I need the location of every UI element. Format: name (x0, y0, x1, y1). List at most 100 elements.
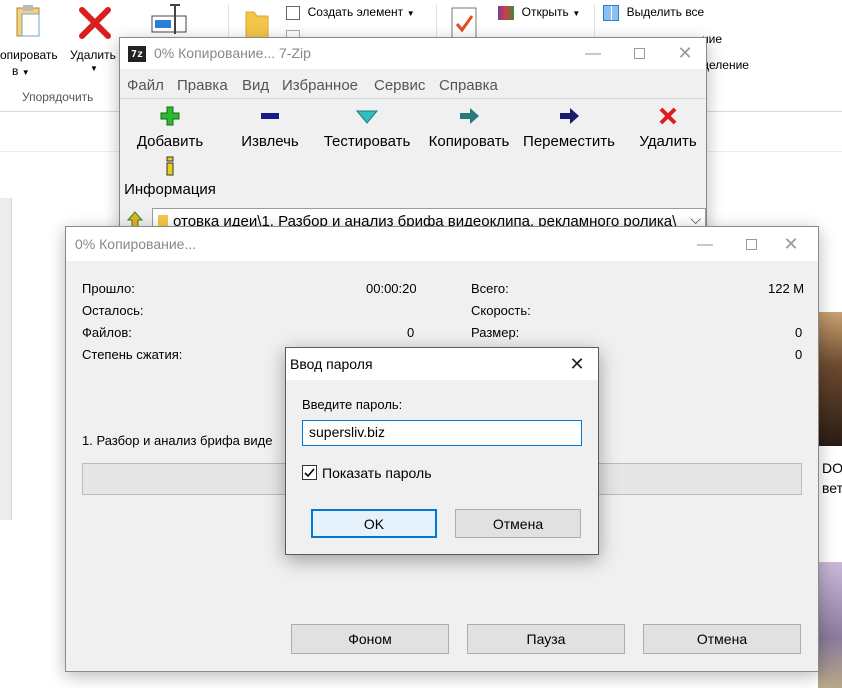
progress-title: 0% Копирование... (75, 236, 197, 252)
move-arrow-icon (560, 108, 579, 124)
current-file: 1. Разбор и анализ брифа виде (82, 433, 273, 448)
test-label: Тестировать (323, 133, 411, 150)
ratio-label: Степень сжатия: (82, 347, 183, 362)
menu-tools[interactable]: Сервис (374, 77, 425, 94)
thumbnail-image (818, 562, 842, 688)
size-label: Размер: (471, 325, 520, 340)
cancel-password-button[interactable]: Отмена (455, 509, 581, 538)
close-button[interactable]: ✕ (662, 38, 708, 69)
close-icon: ✕ (783, 234, 799, 254)
minus-icon (261, 113, 279, 119)
7zip-titlebar: 7z 0% Копирование... 7-Zip — ✕ (120, 38, 706, 69)
chevron-down-icon: ▼ (406, 9, 415, 18)
speed-label: Скорость: (471, 303, 531, 318)
size-value: 0 (795, 325, 803, 340)
menu-favorites[interactable]: Избранное (282, 77, 358, 94)
extract-button[interactable]: Извлечь (232, 105, 308, 150)
info-button[interactable]: Информация (122, 155, 218, 198)
rename-icon (151, 4, 187, 34)
files-label: Файлов: (82, 325, 132, 340)
delete-label: Удалить (70, 48, 116, 62)
extract-label: Извлечь (241, 133, 299, 150)
background-button[interactable]: Фоном (291, 624, 449, 654)
explorer-nav-pane (0, 198, 12, 520)
move-button[interactable]: Переместить (522, 105, 616, 150)
copy-button[interactable]: Копировать (424, 105, 514, 150)
close-button[interactable]: ✕ (768, 229, 814, 260)
copy-label: Копировать (428, 133, 510, 150)
password-input[interactable]: supersliv.biz (302, 420, 582, 446)
rename-button[interactable] (150, 0, 190, 40)
delete-x-icon (659, 107, 677, 125)
create-item-label: Создать элемент (307, 5, 404, 19)
chevron-down-icon: ▼ (90, 64, 98, 73)
password-titlebar: Ввод пароля ✕ (286, 348, 598, 380)
copy-arrow-icon (460, 108, 479, 124)
checkmark-icon (304, 468, 315, 478)
show-password-label[interactable]: Показать пароль (322, 465, 432, 481)
test-button[interactable]: Тестировать (322, 105, 412, 150)
close-icon: ✕ (677, 43, 693, 63)
copy-to-button[interactable]: опировать в ▼ (0, 0, 60, 85)
minimize-button[interactable]: — (682, 229, 728, 260)
minimize-icon: — (697, 235, 713, 253)
invert-selection-label[interactable]: деление (702, 58, 749, 72)
chevron-down-icon: ▼ (21, 68, 30, 77)
7zip-toolbar: Добавить Извлечь Тестировать Копировать … (120, 98, 706, 198)
move-label: Переместить (523, 133, 615, 150)
maximize-icon (633, 48, 645, 59)
password-dialog: Ввод пароля ✕ Введите пароль: supersliv.… (285, 347, 599, 555)
delete-archive-button[interactable]: Удалить (630, 105, 706, 150)
organize-group-label: Упорядочить (22, 90, 94, 104)
open-label: Открыть (521, 5, 569, 19)
properties-check-icon[interactable] (450, 6, 480, 40)
thumbnail-image (818, 312, 842, 446)
maximize-icon (745, 239, 757, 250)
total-label: Всего: (471, 281, 509, 296)
total-value: 122 M (768, 281, 805, 296)
delete-archive-label: Удалить (639, 133, 697, 150)
info-icon (166, 156, 174, 176)
maximize-button[interactable] (616, 38, 662, 69)
select-all-icon (603, 4, 619, 21)
red-x-icon (79, 7, 111, 39)
thumbnail-caption: вето (822, 480, 842, 496)
thumbnail-caption: DO (822, 460, 842, 476)
select-all-label: Выделить все (626, 5, 705, 19)
pause-button[interactable]: Пауза (467, 624, 625, 654)
elapsed-value: 00:00:20 (366, 281, 417, 296)
close-button[interactable]: ✕ (556, 348, 598, 380)
elapsed-label: Прошло: (82, 281, 135, 296)
show-password-checkbox[interactable] (302, 465, 317, 480)
delete-button[interactable]: Удалить ▼ (66, 0, 122, 85)
new-item-icon (286, 5, 300, 20)
folder-icon[interactable] (244, 6, 270, 40)
7zip-app-icon: 7z (128, 46, 146, 62)
menu-edit[interactable]: Правка (177, 77, 228, 94)
clipboard-icon (16, 5, 40, 37)
files-value: 0 (407, 325, 415, 340)
add-label: Добавить (136, 133, 204, 150)
minimize-icon: — (585, 44, 601, 62)
copy-to-label: опировать (0, 48, 58, 62)
packed-value: 0 (795, 347, 803, 362)
remaining-label: Осталось: (82, 303, 144, 318)
cancel-progress-button[interactable]: Отмена (643, 624, 801, 654)
info-label: Информация (124, 181, 216, 198)
7zip-window-title: 0% Копирование... 7-Zip (154, 45, 311, 61)
copy-to-sub: в ▼ (12, 64, 30, 78)
plus-icon (160, 106, 180, 126)
add-button[interactable]: Добавить (132, 105, 208, 150)
menu-help[interactable]: Справка (439, 77, 498, 94)
create-item-button[interactable]: Создать элемент ▼ (286, 4, 415, 24)
chevron-down-icon: ▼ (572, 9, 581, 18)
menu-view[interactable]: Вид (242, 77, 269, 94)
7zip-window: 7z 0% Копирование... 7-Zip — ✕ Файл Прав… (119, 37, 707, 237)
ok-button[interactable]: OK (311, 509, 437, 538)
open-button[interactable]: Открыть ▼ (498, 4, 580, 24)
progress-titlebar: 0% Копирование... — ✕ (66, 227, 818, 261)
minimize-button[interactable]: — (570, 38, 616, 69)
select-all-button[interactable]: Выделить все (603, 4, 704, 24)
password-prompt: Введите пароль: (302, 397, 403, 412)
menu-file[interactable]: Файл (127, 77, 164, 94)
